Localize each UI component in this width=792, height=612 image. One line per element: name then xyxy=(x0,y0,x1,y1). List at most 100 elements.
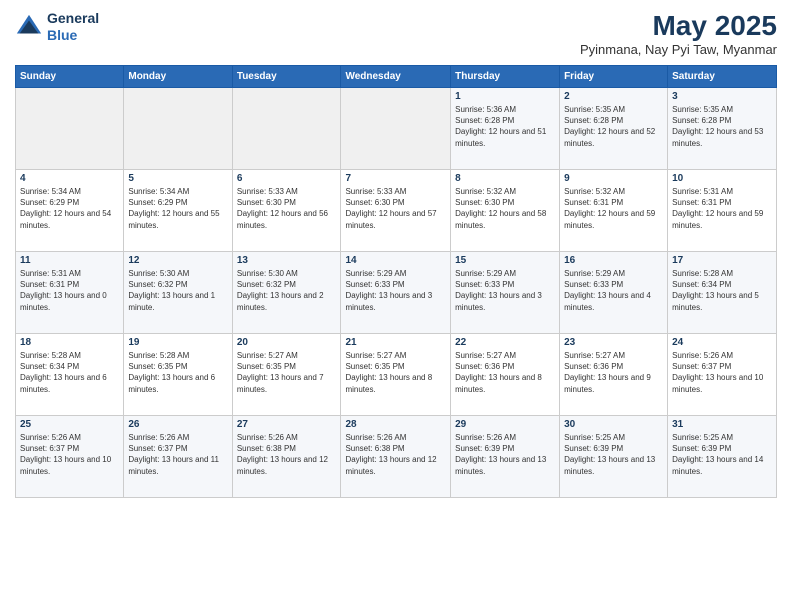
day-number: 15 xyxy=(455,255,555,266)
day-number: 6 xyxy=(237,173,337,184)
calendar-week-row: 11Sunrise: 5:31 AMSunset: 6:31 PMDayligh… xyxy=(16,252,777,334)
calendar-cell: 9 Sunrise: 5:32 AMSunset: 6:31 PMDaylight… xyxy=(560,170,668,252)
calendar-cell: 27 Sunrise: 5:26 AMSunset: 6:38 PMDayligh… xyxy=(232,416,341,498)
calendar-cell: 29 Sunrise: 5:26 AMSunset: 6:39 PMDayligh… xyxy=(451,416,560,498)
day-info: Sunrise: 5:29 AMSunset: 6:33 PMDaylight:… xyxy=(564,268,663,313)
day-number: 13 xyxy=(237,255,337,266)
page-header: General Blue May 2025 Pyinmana, Nay Pyi … xyxy=(15,10,777,57)
col-monday: Monday xyxy=(124,66,232,88)
calendar-cell: 20 Sunrise: 5:27 AMSunset: 6:35 PMDayligh… xyxy=(232,334,341,416)
calendar-cell: 2Sunrise: 5:35 AMSunset: 6:28 PMDaylight… xyxy=(560,88,668,170)
day-info: Sunrise: 5:26 AMSunset: 6:39 PMDaylight:… xyxy=(455,432,555,477)
day-number: 24 xyxy=(672,337,772,348)
logo-text: General Blue xyxy=(47,10,99,44)
calendar-cell: 22 Sunrise: 5:27 AMSunset: 6:36 PMDayligh… xyxy=(451,334,560,416)
day-info: Sunrise: 5:26 AMSunset: 6:37 PMDaylight:… xyxy=(672,350,772,395)
day-number: 29 xyxy=(455,419,555,430)
calendar-cell: 19 Sunrise: 5:28 AMSunset: 6:35 PMDayligh… xyxy=(124,334,232,416)
day-info: Sunrise: 5:27 AMSunset: 6:36 PMDaylight:… xyxy=(455,350,555,395)
calendar-cell: 30 Sunrise: 5:25 AMSunset: 6:39 PMDayligh… xyxy=(560,416,668,498)
calendar-week-row: 1Sunrise: 5:36 AMSunset: 6:28 PMDaylight… xyxy=(16,88,777,170)
calendar-cell: 10Sunrise: 5:31 AMSunset: 6:31 PMDayligh… xyxy=(668,170,777,252)
day-number: 31 xyxy=(672,419,772,430)
calendar-cell: 11Sunrise: 5:31 AMSunset: 6:31 PMDayligh… xyxy=(16,252,124,334)
day-number: 5 xyxy=(128,173,227,184)
calendar-cell: 1Sunrise: 5:36 AMSunset: 6:28 PMDaylight… xyxy=(451,88,560,170)
calendar-cell: 8Sunrise: 5:32 AMSunset: 6:30 PMDaylight… xyxy=(451,170,560,252)
day-info: Sunrise: 5:26 AMSunset: 6:38 PMDaylight:… xyxy=(345,432,446,477)
calendar-cell: 18 Sunrise: 5:28 AMSunset: 6:34 PMDayligh… xyxy=(16,334,124,416)
day-number: 21 xyxy=(345,337,446,348)
title-block: May 2025 Pyinmana, Nay Pyi Taw, Myanmar xyxy=(580,10,777,57)
day-info: Sunrise: 5:30 AMSunset: 6:32 PMDaylight:… xyxy=(128,268,227,313)
day-number: 19 xyxy=(128,337,227,348)
col-thursday: Thursday xyxy=(451,66,560,88)
day-info: Sunrise: 5:35 AMSunset: 6:28 PMDaylight:… xyxy=(564,104,663,149)
day-info: Sunrise: 5:27 AMSunset: 6:35 PMDaylight:… xyxy=(237,350,337,395)
calendar-cell xyxy=(16,88,124,170)
day-number: 14 xyxy=(345,255,446,266)
day-number: 23 xyxy=(564,337,663,348)
day-number: 16 xyxy=(564,255,663,266)
day-info: Sunrise: 5:28 AMSunset: 6:34 PMDaylight:… xyxy=(20,350,119,395)
calendar-cell: 17 Sunrise: 5:28 AMSunset: 6:34 PMDayligh… xyxy=(668,252,777,334)
calendar-week-row: 25 Sunrise: 5:26 AMSunset: 6:37 PMDayligh… xyxy=(16,416,777,498)
calendar-header-row: Sunday Monday Tuesday Wednesday Thursday… xyxy=(16,66,777,88)
day-number: 20 xyxy=(237,337,337,348)
day-number: 9 xyxy=(564,173,663,184)
calendar-cell xyxy=(341,88,451,170)
location: Pyinmana, Nay Pyi Taw, Myanmar xyxy=(580,42,777,57)
day-number: 7 xyxy=(345,173,446,184)
calendar-cell: 26 Sunrise: 5:26 AMSunset: 6:37 PMDayligh… xyxy=(124,416,232,498)
day-info: Sunrise: 5:27 AMSunset: 6:36 PMDaylight:… xyxy=(564,350,663,395)
calendar-cell: 12Sunrise: 5:30 AMSunset: 6:32 PMDayligh… xyxy=(124,252,232,334)
calendar-cell: 13Sunrise: 5:30 AMSunset: 6:32 PMDayligh… xyxy=(232,252,341,334)
day-info: Sunrise: 5:29 AMSunset: 6:33 PMDaylight:… xyxy=(455,268,555,313)
day-number: 26 xyxy=(128,419,227,430)
calendar-cell xyxy=(124,88,232,170)
day-info: Sunrise: 5:33 AMSunset: 6:30 PMDaylight:… xyxy=(237,186,337,231)
calendar-cell: 16 Sunrise: 5:29 AMSunset: 6:33 PMDayligh… xyxy=(560,252,668,334)
day-number: 11 xyxy=(20,255,119,266)
calendar-week-row: 4 Sunrise: 5:34 AMSunset: 6:29 PMDaylight… xyxy=(16,170,777,252)
calendar-cell: 6 Sunrise: 5:33 AMSunset: 6:30 PMDaylight… xyxy=(232,170,341,252)
day-info: Sunrise: 5:26 AMSunset: 6:38 PMDaylight:… xyxy=(237,432,337,477)
day-info: Sunrise: 5:35 AMSunset: 6:28 PMDaylight:… xyxy=(672,104,772,149)
calendar-cell: 3 Sunrise: 5:35 AMSunset: 6:28 PMDaylight… xyxy=(668,88,777,170)
day-info: Sunrise: 5:34 AMSunset: 6:29 PMDaylight:… xyxy=(20,186,119,231)
day-number: 27 xyxy=(237,419,337,430)
day-number: 22 xyxy=(455,337,555,348)
day-number: 25 xyxy=(20,419,119,430)
calendar-cell: 21 Sunrise: 5:27 AMSunset: 6:35 PMDayligh… xyxy=(341,334,451,416)
calendar-week-row: 18 Sunrise: 5:28 AMSunset: 6:34 PMDayligh… xyxy=(16,334,777,416)
day-number: 17 xyxy=(672,255,772,266)
day-info: Sunrise: 5:28 AMSunset: 6:34 PMDaylight:… xyxy=(672,268,772,313)
col-tuesday: Tuesday xyxy=(232,66,341,88)
calendar-cell: 15 Sunrise: 5:29 AMSunset: 6:33 PMDayligh… xyxy=(451,252,560,334)
calendar-cell: 31Sunrise: 5:25 AMSunset: 6:39 PMDayligh… xyxy=(668,416,777,498)
day-number: 18 xyxy=(20,337,119,348)
calendar-table: Sunday Monday Tuesday Wednesday Thursday… xyxy=(15,65,777,498)
day-number: 4 xyxy=(20,173,119,184)
day-info: Sunrise: 5:29 AMSunset: 6:33 PMDaylight:… xyxy=(345,268,446,313)
day-number: 10 xyxy=(672,173,772,184)
day-info: Sunrise: 5:33 AMSunset: 6:30 PMDaylight:… xyxy=(345,186,446,231)
day-number: 28 xyxy=(345,419,446,430)
day-number: 1 xyxy=(455,91,555,102)
day-info: Sunrise: 5:32 AMSunset: 6:31 PMDaylight:… xyxy=(564,186,663,231)
day-info: Sunrise: 5:28 AMSunset: 6:35 PMDaylight:… xyxy=(128,350,227,395)
day-number: 30 xyxy=(564,419,663,430)
calendar-cell: 7 Sunrise: 5:33 AMSunset: 6:30 PMDaylight… xyxy=(341,170,451,252)
col-friday: Friday xyxy=(560,66,668,88)
day-info: Sunrise: 5:27 AMSunset: 6:35 PMDaylight:… xyxy=(345,350,446,395)
logo: General Blue xyxy=(15,10,99,44)
calendar-cell xyxy=(232,88,341,170)
day-info: Sunrise: 5:26 AMSunset: 6:37 PMDaylight:… xyxy=(20,432,119,477)
day-number: 3 xyxy=(672,91,772,102)
col-wednesday: Wednesday xyxy=(341,66,451,88)
col-sunday: Sunday xyxy=(16,66,124,88)
day-info: Sunrise: 5:25 AMSunset: 6:39 PMDaylight:… xyxy=(564,432,663,477)
calendar-cell: 28 Sunrise: 5:26 AMSunset: 6:38 PMDayligh… xyxy=(341,416,451,498)
logo-icon xyxy=(15,13,43,41)
day-info: Sunrise: 5:26 AMSunset: 6:37 PMDaylight:… xyxy=(128,432,227,477)
